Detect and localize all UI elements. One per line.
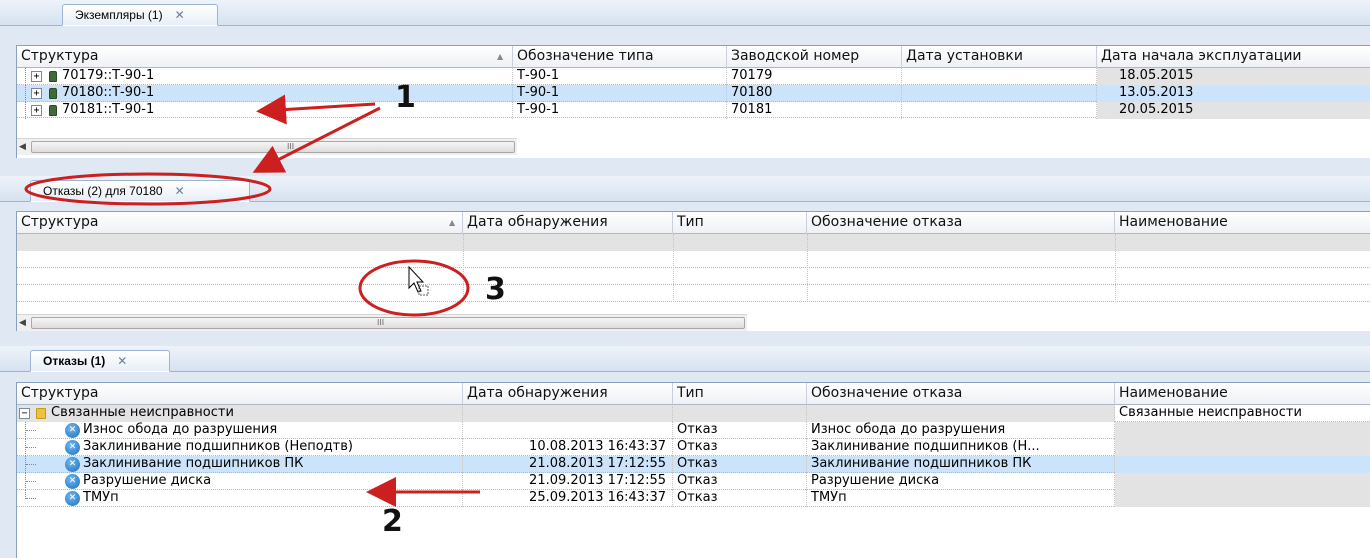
annotation-number-2: 2: [382, 504, 403, 539]
annotation-arrow: [252, 106, 381, 173]
mouse-cursor-icon: [408, 265, 425, 293]
annotation-arrow: [256, 94, 376, 125]
annotation-ellipse: [24, 172, 272, 206]
annotation-overlay: [24, 94, 480, 507]
annotation-number-1: 1: [395, 80, 416, 115]
annotation-ellipse: [358, 259, 470, 317]
annotation-number-3: 3: [485, 272, 506, 307]
